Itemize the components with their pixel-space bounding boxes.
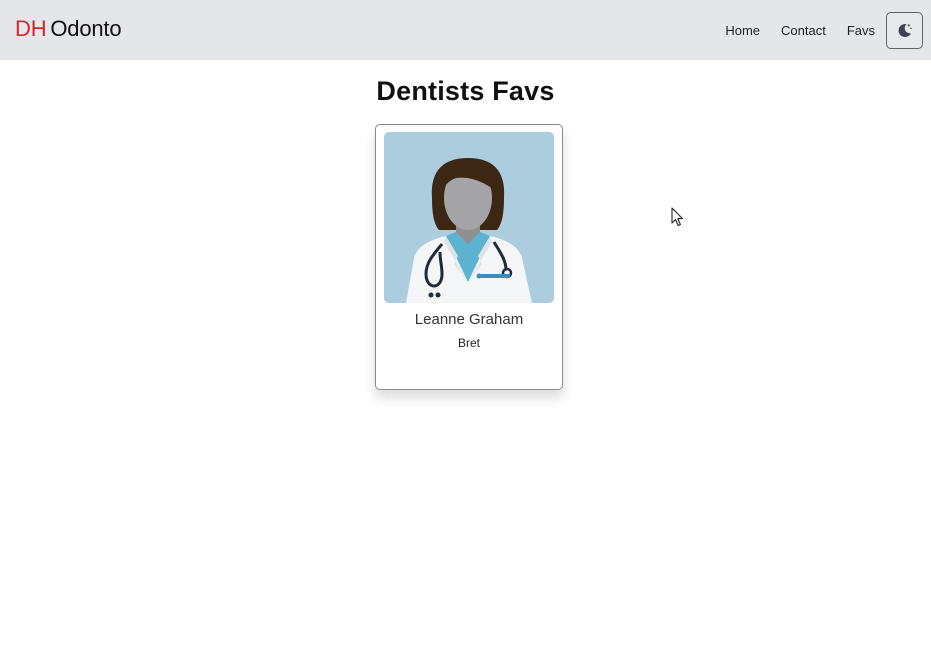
navbar: DH Odonto Home Contact Favs: [0, 0, 931, 60]
nav-link-home[interactable]: Home: [725, 23, 760, 38]
dentist-card[interactable]: Leanne Graham Bret: [375, 124, 563, 390]
moon-icon: [898, 23, 913, 38]
dentist-avatar-image: [384, 132, 554, 303]
dentist-name: Leanne Graham: [414, 311, 524, 328]
nav-links: Home Contact Favs: [704, 0, 875, 60]
brand-logo-dh: DH: [15, 16, 47, 41]
doctor-avatar-icon: [384, 132, 554, 303]
nav-link-contact[interactable]: Contact: [781, 23, 826, 38]
brand-logo[interactable]: DH Odonto: [15, 16, 122, 42]
mouse-cursor-icon: [671, 207, 684, 227]
page-title: Dentists Favs: [376, 76, 555, 106]
theme-toggle-button[interactable]: [886, 12, 923, 49]
brand-logo-odonto: Odonto: [50, 16, 122, 41]
nav-link-favs[interactable]: Favs: [847, 23, 875, 38]
dentist-username: Bret: [457, 336, 480, 350]
